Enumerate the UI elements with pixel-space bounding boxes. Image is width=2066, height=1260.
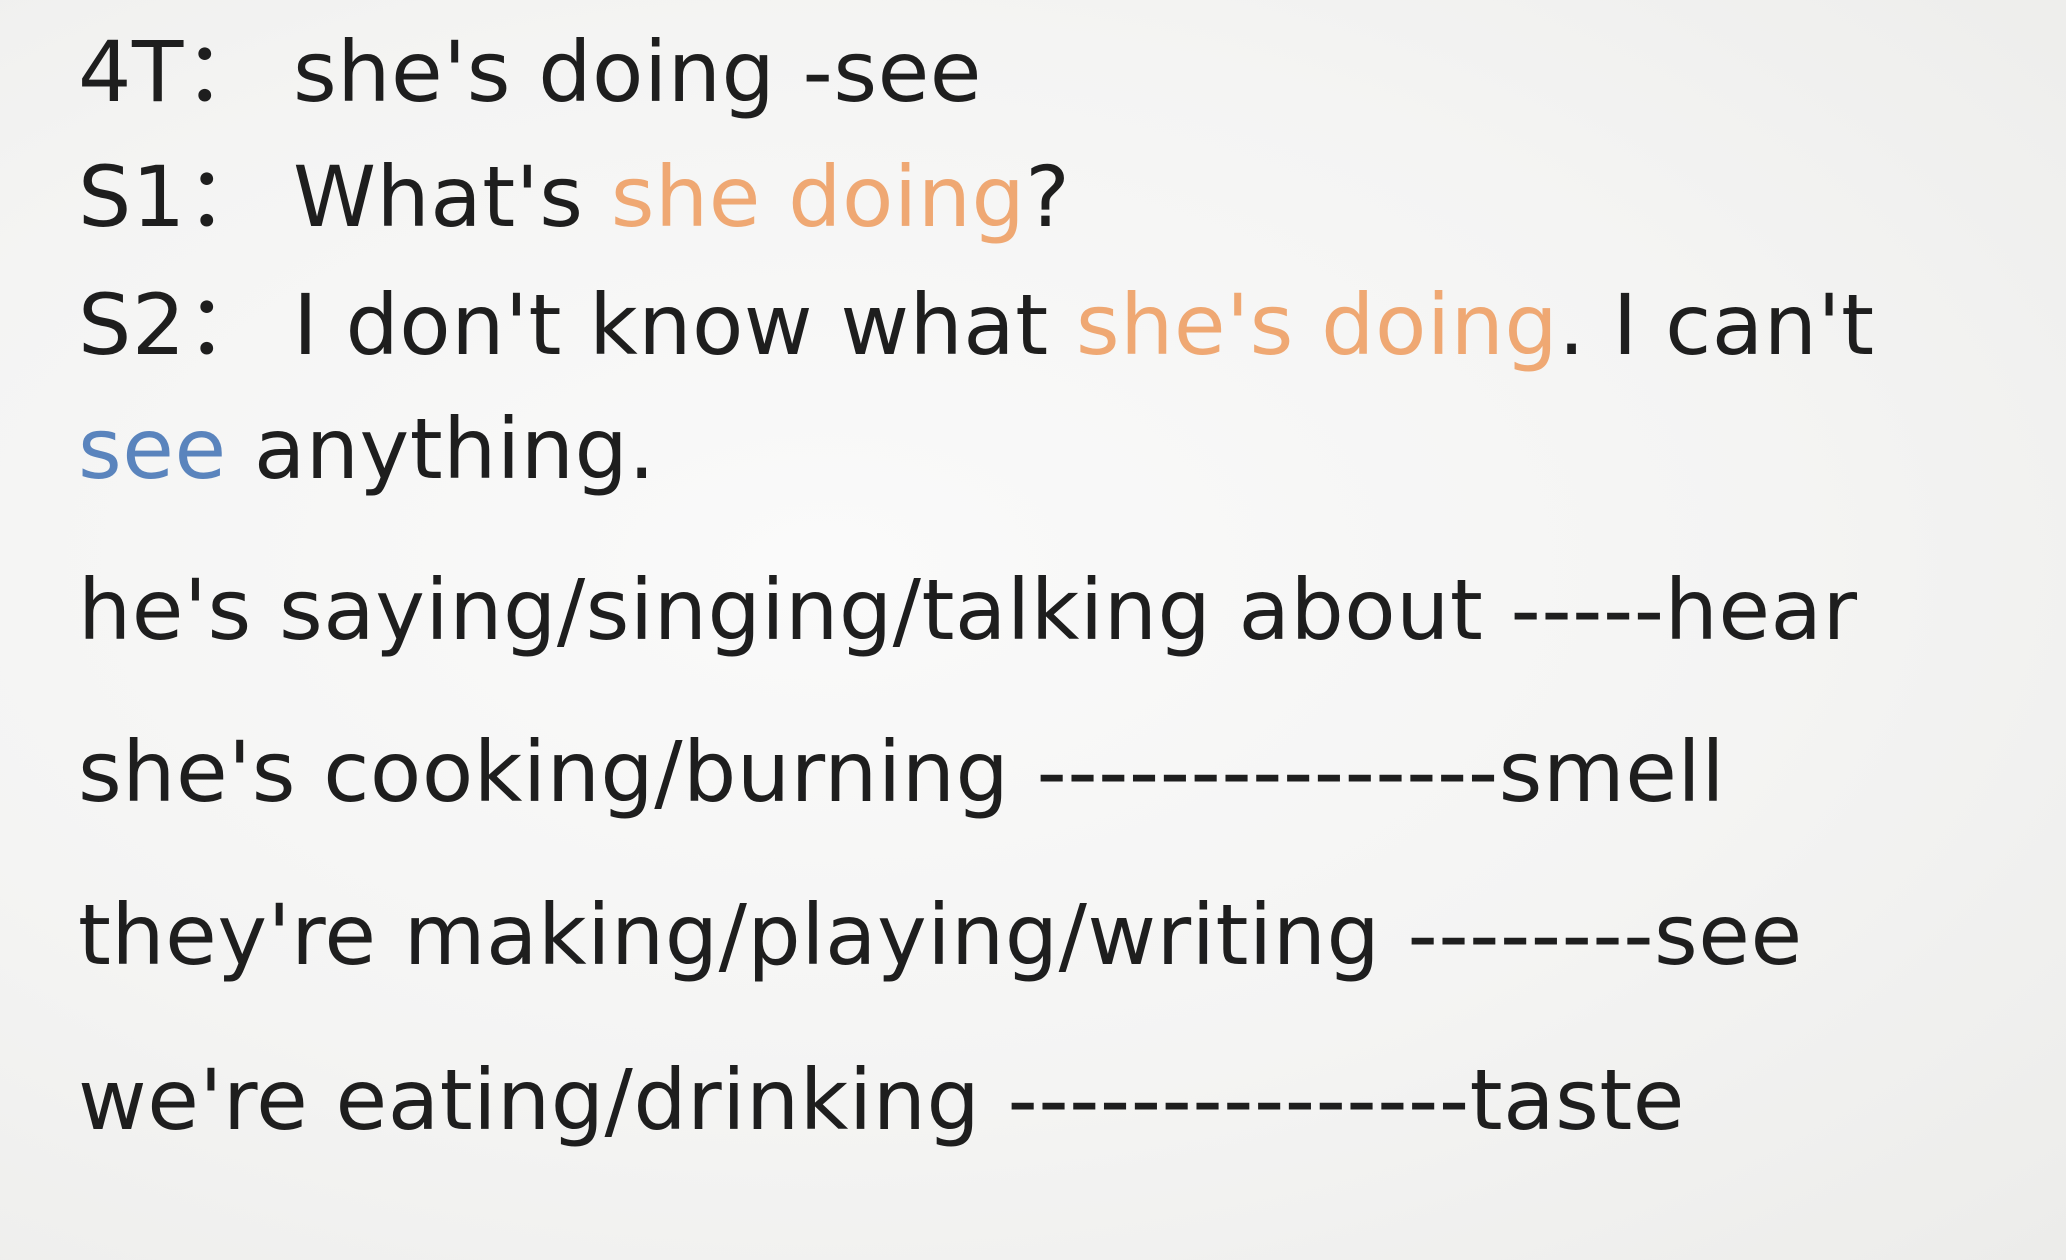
dialogue-text: . I can't (1558, 276, 1875, 374)
dialogue-line-s2: S2： I don't know what she's doing. I can'… (78, 283, 1875, 367)
dialogue-line-4t: 4T： she's doing -see (78, 30, 982, 114)
dialogue-line-s1: S1： What's she doing? (78, 155, 1070, 239)
dialogue-text: anything. (226, 400, 656, 498)
highlighted-verb: see (78, 400, 227, 498)
verb-pair-taste: we're eating/drinking ---------------tas… (78, 1051, 1685, 1149)
verb-pair-smell: she's cooking/burning ---------------sme… (78, 723, 1726, 821)
highlighted-phrase: she doing (610, 148, 1026, 246)
dialogue-text: ? (1025, 148, 1071, 246)
verb-pair-hear: he's saying/singing/talking about -----h… (78, 561, 1858, 659)
verb-pair-see: they're making/playing/writing --------s… (78, 886, 1803, 984)
dialogue-line-s2-continued: see anything. (78, 407, 656, 491)
speaker-label: S2： (78, 276, 271, 374)
highlighted-phrase: she's doing (1075, 276, 1559, 374)
speaker-label: S1： (78, 148, 271, 246)
dialogue-text: What's (293, 148, 611, 246)
dialogue-text: she's doing -see (293, 23, 982, 121)
slide: 4T： she's doing -see S1： What's she doing?… (0, 0, 2066, 1260)
dialogue-text: I don't know what (293, 276, 1076, 374)
speaker-label: 4T： (78, 23, 269, 121)
